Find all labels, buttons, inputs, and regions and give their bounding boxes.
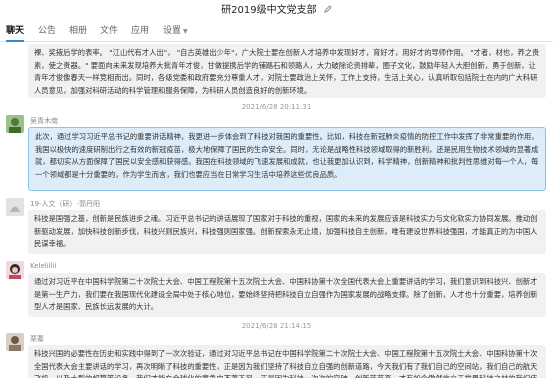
avatar[interactable] [6, 261, 24, 279]
tab-files[interactable]: 文件 [100, 22, 118, 42]
chat-feed[interactable]: 裸、奖掖后学的表率。 "江山代有才人出"， "自古英雄出少年"，广大院士要在创新… [0, 43, 553, 378]
message-bubble: 科技是国强之基，创新是民族进步之魂。习近平总书记的讲话展现了国家对于科技的重视，… [28, 210, 546, 254]
tab-apps[interactable]: 应用 [131, 22, 149, 42]
window-title: 研2019级中文党支部 [221, 5, 317, 16]
tab-announcements[interactable]: 公告 [38, 22, 56, 42]
tab-album[interactable]: 相册 [69, 22, 87, 42]
avatar[interactable] [6, 198, 24, 216]
sender-name[interactable]: 19-人文（研）-郭丹阳 [30, 199, 100, 209]
message-timestamp: 2021/6/28 21:14:15 [241, 322, 312, 330]
chevron-down-icon: ▼ [183, 28, 188, 35]
message-bubble: 裸、奖掖后学的表率。 "江山代有才人出"， "自古英雄出少年"，广大院士要在创新… [28, 44, 546, 98]
avatar[interactable] [6, 115, 24, 133]
title-bar: 研2019级中文党支部 [0, 0, 553, 22]
sender-name[interactable]: 吴青木南 [30, 116, 58, 126]
pencil-icon[interactable] [324, 0, 332, 22]
tab-settings[interactable]: 设置 ▼ [163, 22, 188, 42]
message-timestamp: 2021/6/28 20:11:31 [241, 103, 312, 111]
group-tab-bar: 聊天 公告 相册 文件 应用 设置 ▼ [0, 22, 553, 42]
sender-name[interactable]: Kelelillii [30, 262, 56, 270]
message-bubble: 通过对习近平在中国科学院第二十次院士大会、中国工程院第十五次院士大会、中国科协第… [28, 273, 546, 317]
sender-name[interactable]: 栗蓁 [30, 334, 44, 344]
message-bubble-selected: 此次，通过学习习近平总书记的重要讲话精神，我更进一步体会到了科技对我国的重要性。… [28, 127, 546, 191]
avatar[interactable] [6, 333, 24, 351]
message-bubble: 科技兴国的必要性在历史和实践中得到了一次次验证，通过对习近平总书记在中国科学院第… [28, 345, 546, 378]
tab-chat[interactable]: 聊天 [6, 22, 25, 42]
